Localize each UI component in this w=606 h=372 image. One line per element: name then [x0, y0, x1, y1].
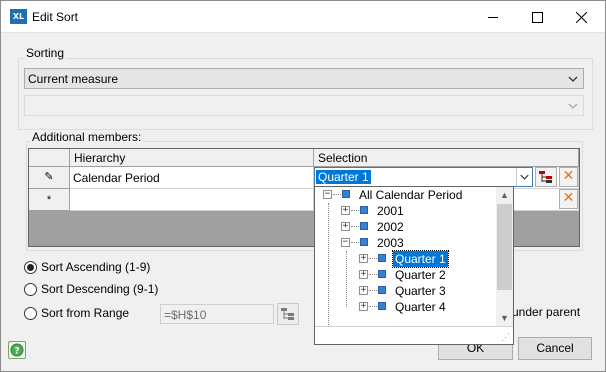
- expand-icon[interactable]: +: [359, 286, 368, 295]
- tree-node-label: Quarter 3: [395, 284, 446, 298]
- maximize-button[interactable]: [515, 1, 560, 32]
- radio-from-range[interactable]: [24, 307, 37, 320]
- sort-ascending-label: Sort Ascending (1-9): [41, 260, 151, 274]
- tree-node-label: 2001: [377, 204, 404, 218]
- tree-connector: [351, 242, 359, 243]
- resize-grip-icon[interactable]: ⋰: [501, 332, 511, 342]
- edit-sort-dialog: XL Edit Sort Sorting Current measure Add…: [0, 0, 606, 372]
- title-separator: [1, 32, 605, 33]
- additional-members-label: Additional members:: [30, 130, 144, 144]
- svg-text:?: ?: [14, 347, 19, 357]
- member-icon: [360, 222, 368, 230]
- tree-connector: [351, 226, 359, 227]
- tree-node-label: Quarter 4: [395, 300, 446, 314]
- range-select-icon: [281, 308, 294, 320]
- cancel-button[interactable]: Cancel: [518, 337, 592, 360]
- hierarchy-cell[interactable]: [70, 189, 314, 211]
- member-icon: [360, 206, 368, 214]
- remove-row-button[interactable]: ✕: [559, 189, 578, 209]
- member-icon: [378, 254, 386, 262]
- measure-combo[interactable]: Current measure: [24, 68, 584, 89]
- collapse-icon[interactable]: −: [323, 190, 332, 199]
- member-tree-dropdown[interactable]: − All Calendar Period + 2001 + 2002 − 20…: [314, 186, 514, 345]
- chevron-down-icon[interactable]: [516, 168, 532, 186]
- scrollbar-thumb[interactable]: [497, 204, 512, 290]
- tree-connector: [369, 306, 377, 307]
- selection-dropdown[interactable]: Quarter 1: [314, 167, 533, 187]
- column-header-hierarchy: Hierarchy: [70, 149, 314, 167]
- member-icon: [378, 286, 386, 294]
- sorting-group-label: Sorting: [24, 46, 67, 60]
- radio-descending[interactable]: [24, 283, 37, 296]
- measure-combo-value: Current measure: [28, 72, 119, 86]
- member-icon: [378, 270, 386, 278]
- expand-icon[interactable]: +: [359, 254, 368, 263]
- tree-connector: [369, 274, 377, 275]
- tree-node-label: 2002: [377, 220, 404, 234]
- collapse-icon[interactable]: −: [341, 238, 350, 247]
- row-indicator-editing[interactable]: ✎: [29, 167, 70, 189]
- tree-node-label: 2003: [377, 236, 404, 250]
- expand-icon[interactable]: +: [341, 222, 350, 231]
- radio-ascending[interactable]: [24, 261, 37, 274]
- remove-row-button[interactable]: ✕: [559, 167, 578, 187]
- member-icon: [342, 190, 350, 198]
- app-logo-icon: XL: [10, 9, 27, 24]
- row-indicator-new[interactable]: *: [29, 189, 70, 211]
- minimize-icon: [488, 16, 498, 18]
- tree-connector: [369, 258, 377, 259]
- tree-node-label-selected: Quarter 1: [392, 250, 449, 268]
- expand-icon[interactable]: +: [341, 206, 350, 215]
- close-window-button[interactable]: [559, 1, 604, 32]
- expand-icon[interactable]: +: [359, 270, 368, 279]
- member-icon: [360, 238, 368, 246]
- title-bar: XL Edit Sort: [1, 1, 605, 32]
- help-button[interactable]: ?: [8, 341, 26, 359]
- help-icon: ?: [10, 343, 24, 357]
- maximize-icon: [532, 11, 543, 23]
- minimize-button[interactable]: [471, 1, 516, 32]
- dropdown-footer: ⋰: [315, 326, 513, 344]
- dialog-title: Edit Sort: [32, 10, 79, 24]
- under-parent-label: under parent: [512, 305, 581, 319]
- tree-scrollbar[interactable]: ▲ ▼: [496, 187, 513, 327]
- tree-guide-line: [328, 203, 329, 327]
- tree-guide-line: [346, 251, 347, 307]
- grid-corner-header: [29, 149, 70, 167]
- hierarchy-tree-icon: [539, 171, 552, 183]
- column-header-selection: Selection: [314, 149, 579, 167]
- tree-node-label: All Calendar Period: [359, 188, 463, 202]
- sort-from-range-label: Sort from Range: [41, 306, 130, 320]
- member-icon: [378, 302, 386, 310]
- chevron-down-icon: [568, 103, 578, 109]
- range-input[interactable]: =$H$10: [160, 304, 274, 324]
- hierarchy-cell[interactable]: Calendar Period: [70, 167, 314, 189]
- selection-value: Quarter 1: [316, 170, 371, 184]
- tree-connector: [351, 210, 359, 211]
- expand-icon[interactable]: +: [359, 302, 368, 311]
- sort-descending-label: Sort Descending (9-1): [41, 282, 159, 296]
- tree-node-label: Quarter 2: [395, 268, 446, 282]
- close-icon: [575, 11, 588, 24]
- chevron-down-icon: [568, 76, 578, 82]
- tree-connector: [369, 290, 377, 291]
- scroll-down-icon[interactable]: ▼: [496, 310, 513, 327]
- range-picker-button[interactable]: [277, 303, 299, 325]
- tree-connector: [333, 194, 341, 195]
- scroll-up-icon[interactable]: ▲: [496, 187, 513, 204]
- member-selector-button[interactable]: [535, 167, 557, 187]
- secondary-combo[interactable]: [24, 95, 584, 116]
